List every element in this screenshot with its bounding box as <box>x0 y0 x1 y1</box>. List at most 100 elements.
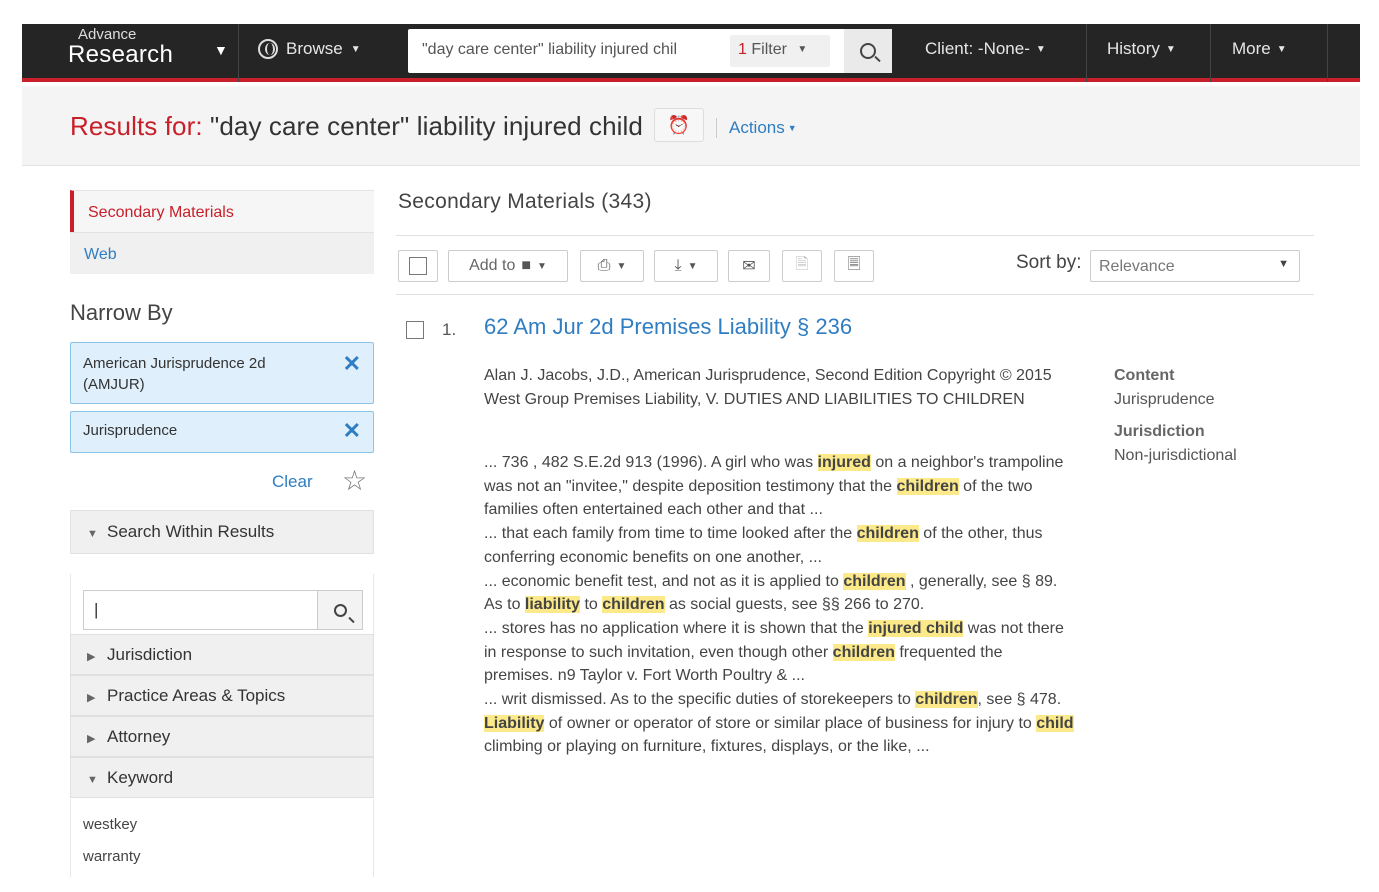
results-toolbar: Add to ■ ▼ ⎙ ▼ ⤓ ▼ ✉ 🗎 🗏 Sort by: Releva… <box>396 235 1314 295</box>
client-label: Client: -None- <box>925 39 1030 58</box>
brand-main: Research <box>68 41 174 68</box>
search-term-highlight: children <box>896 477 959 495</box>
select-all-checkbox[interactable] <box>398 250 438 282</box>
triangle-down-icon: ▼ <box>87 774 98 786</box>
browse-menu[interactable]: Browse ▼ <box>258 39 361 59</box>
search-icon <box>333 603 347 617</box>
document-icon: 🗎 <box>795 255 809 273</box>
snippet-line: ... writ dismissed. As to the specific d… <box>484 688 1074 712</box>
result-number: 1. <box>442 320 457 339</box>
caret-down-icon: ▼ <box>350 43 361 55</box>
jurisdiction-value: Non-jurisdictional <box>1114 447 1237 464</box>
download-button[interactable]: ⤓ ▼ <box>654 250 718 282</box>
caret-down-icon: ▼ <box>537 260 547 272</box>
add-to-label: Add to <box>469 257 516 274</box>
content-label: Content <box>1114 367 1175 384</box>
actions-label: Actions <box>729 118 785 137</box>
snippet-text: ... that each family from time to time l… <box>484 525 857 543</box>
snippet-line: Liability of owner or operator of store … <box>484 712 1074 759</box>
folder-icon: ■ <box>521 257 532 274</box>
results-query: "day care center" liability injured chil… <box>202 111 643 141</box>
search-button[interactable] <box>844 29 892 73</box>
filter-chip-jurisprudence: Jurisprudence ✕ <box>70 411 374 453</box>
sort-select[interactable]: Relevance ▼ <box>1090 250 1300 282</box>
caret-down-icon: ▼ <box>1278 258 1289 270</box>
search-term-highlight: children <box>915 691 978 709</box>
keyword-item[interactable]: westkey <box>83 809 361 841</box>
sort-label: Sort by: <box>1016 252 1082 273</box>
search-icon <box>860 43 876 59</box>
caret-down-icon: ▼ <box>616 260 627 272</box>
snippet-line: ... economic benefit test, and not as it… <box>484 570 1074 617</box>
triangle-down-icon: ▼ <box>87 528 98 540</box>
filter-button[interactable]: 1 Filter ▼ <box>730 35 830 67</box>
snippet-line: ... that each family from time to time l… <box>484 522 1074 569</box>
results-header: Results for: "day care center" liability… <box>22 86 1360 166</box>
email-icon: ✉ <box>742 258 756 275</box>
facet-attorney[interactable]: ▶ Attorney <box>70 716 374 757</box>
snippet-line: ... 736 , 482 S.E.2d 913 (1996). A girl … <box>484 451 1074 522</box>
more-label: More <box>1232 39 1271 58</box>
filter-label: Filter <box>751 41 787 58</box>
caret-down-icon: ▼ <box>797 44 808 55</box>
tab-web[interactable]: Web <box>70 232 374 274</box>
add-to-folder-button[interactable]: Add to ■ ▼ <box>448 250 568 282</box>
facet-keyword[interactable]: ▼ Keyword <box>70 757 374 798</box>
keyword-item[interactable]: warranty <box>83 841 361 873</box>
search-within-button[interactable] <box>317 590 363 630</box>
document-button[interactable]: 🗏 <box>834 250 874 282</box>
actions-menu[interactable]: Actions ▼ <box>716 118 797 138</box>
result-title-link[interactable]: 62 Am Jur 2d Premises Liability § 236 <box>484 314 852 340</box>
search-term-highlight: children <box>843 572 906 590</box>
triangle-right-icon: ▶ <box>87 692 96 704</box>
search-term-highlight: liability <box>524 596 581 614</box>
search-term-highlight: injured child <box>868 619 964 637</box>
more-menu[interactable]: More ▼ <box>1232 39 1287 59</box>
filter-count: 1 <box>738 41 747 58</box>
alert-clock-icon[interactable]: ⏰ <box>654 108 704 142</box>
caret-down-icon: ▼ <box>1165 44 1176 55</box>
history-label: History <box>1107 39 1160 58</box>
facet-jurisdiction[interactable]: ▶ Jurisdiction <box>70 634 374 675</box>
tab-secondary-materials[interactable]: Secondary Materials <box>70 190 374 232</box>
results-title: Results for: "day care center" liability… <box>70 111 643 142</box>
search-term-highlight: child <box>1036 714 1074 732</box>
clear-filters-link[interactable]: Clear <box>272 472 313 492</box>
snippet-text: ... 736 , 482 S.E.2d 913 (1996). A girl … <box>484 454 818 471</box>
search-term-highlight: children <box>832 643 895 661</box>
content-value: Jurisprudence <box>1114 391 1215 408</box>
close-icon[interactable]: ✕ <box>343 418 361 444</box>
caret-down-icon: ▼ <box>687 260 698 272</box>
print-button[interactable]: ⎙ ▼ <box>580 250 644 282</box>
print-icon: ⎙ <box>597 257 611 274</box>
document-icon: 🗏 <box>847 255 861 273</box>
checkbox-icon <box>409 257 427 275</box>
facet-label: Jurisdiction <box>107 645 193 664</box>
search-bar[interactable]: "day care center" liability injured chil… <box>408 29 892 73</box>
facet-practice-areas[interactable]: ▶ Practice Areas & Topics <box>70 675 374 716</box>
search-within-header[interactable]: ▼ Search Within Results <box>70 510 374 554</box>
email-button[interactable]: ✉ <box>728 250 770 282</box>
result-side-meta: Content Jurisprudence Jurisdiction Non-j… <box>1114 364 1237 468</box>
client-menu[interactable]: Client: -None- ▼ <box>925 39 1046 59</box>
history-menu[interactable]: History ▼ <box>1107 39 1176 59</box>
filter-chip-amjur: American Jurisprudence 2d (AMJUR) ✕ <box>70 342 374 404</box>
chevron-down-icon[interactable]: ▼ <box>214 42 228 58</box>
search-input[interactable]: "day care center" liability injured chil <box>422 41 718 59</box>
triangle-right-icon: ▶ <box>87 733 96 745</box>
divider <box>1327 24 1328 82</box>
search-term-highlight: children <box>856 525 919 543</box>
caret-down-icon: ▼ <box>1035 44 1046 55</box>
star-icon[interactable]: ☆ <box>342 464 367 497</box>
facet-label: Practice Areas & Topics <box>107 686 286 705</box>
search-within-input[interactable]: | <box>83 590 319 630</box>
result-checkbox[interactable] <box>406 321 424 339</box>
divider <box>238 24 239 82</box>
result-citation: Alan J. Jacobs, J.D., American Jurisprud… <box>484 367 1052 408</box>
search-term-highlight: Liability <box>484 714 545 732</box>
keyword-list: westkey warranty <box>70 799 374 877</box>
brand-logo[interactable]: Advance Research <box>68 26 173 69</box>
snippet-text: ... economic benefit test, and not as it… <box>484 572 844 590</box>
close-icon[interactable]: ✕ <box>343 351 361 377</box>
document-disabled-button[interactable]: 🗎 <box>782 250 822 282</box>
